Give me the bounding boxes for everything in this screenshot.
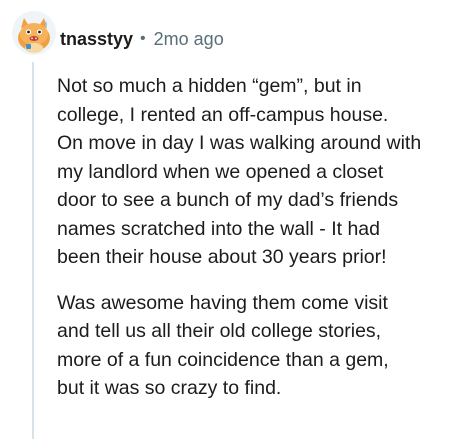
comment-text-line: Not so much a hidden “gem”, but in [57,75,362,97]
comment-text-line: been their house about 30 years prior! [57,246,387,268]
comment: tnasstyy • 2mo ago Not so much a hidden … [0,0,473,439]
comment-header: tnasstyy • 2mo ago [60,27,224,51]
thread-line[interactable] [32,62,34,439]
comment-text-line: On move in day I was walking around with [57,132,422,154]
comment-paragraph: Not so much a hidden “gem”, but in colle… [57,72,467,272]
snorlax-avatar-icon [18,18,50,53]
meta-separator: • [140,30,146,47]
comment-text-line: more of a fun coincidence than a gem, [57,348,389,371]
comment-body: Not so much a hidden “gem”, but in colle… [57,72,467,403]
comment-text-line: my landlord when we opened a closet [57,160,384,183]
comment-text-line: college, I rented an off-campus house. [57,103,389,126]
user-avatar[interactable] [12,11,56,55]
comment-timestamp: 2mo ago [153,28,224,49]
comment-paragraph: Was awesome having them come visit and t… [57,289,467,403]
comment-text-line: door to see a bunch of my dad’s friends [57,189,399,211]
comment-text-line: names scratched into the wall - It had [57,217,380,240]
comment-text-line: Was awesome having them come visit [57,291,388,314]
username-link[interactable]: tnasstyy [60,29,133,50]
comment-text-line: and tell us all their old college storie… [57,320,382,342]
comment-text-line: but it was so crazy to find. [57,377,282,399]
